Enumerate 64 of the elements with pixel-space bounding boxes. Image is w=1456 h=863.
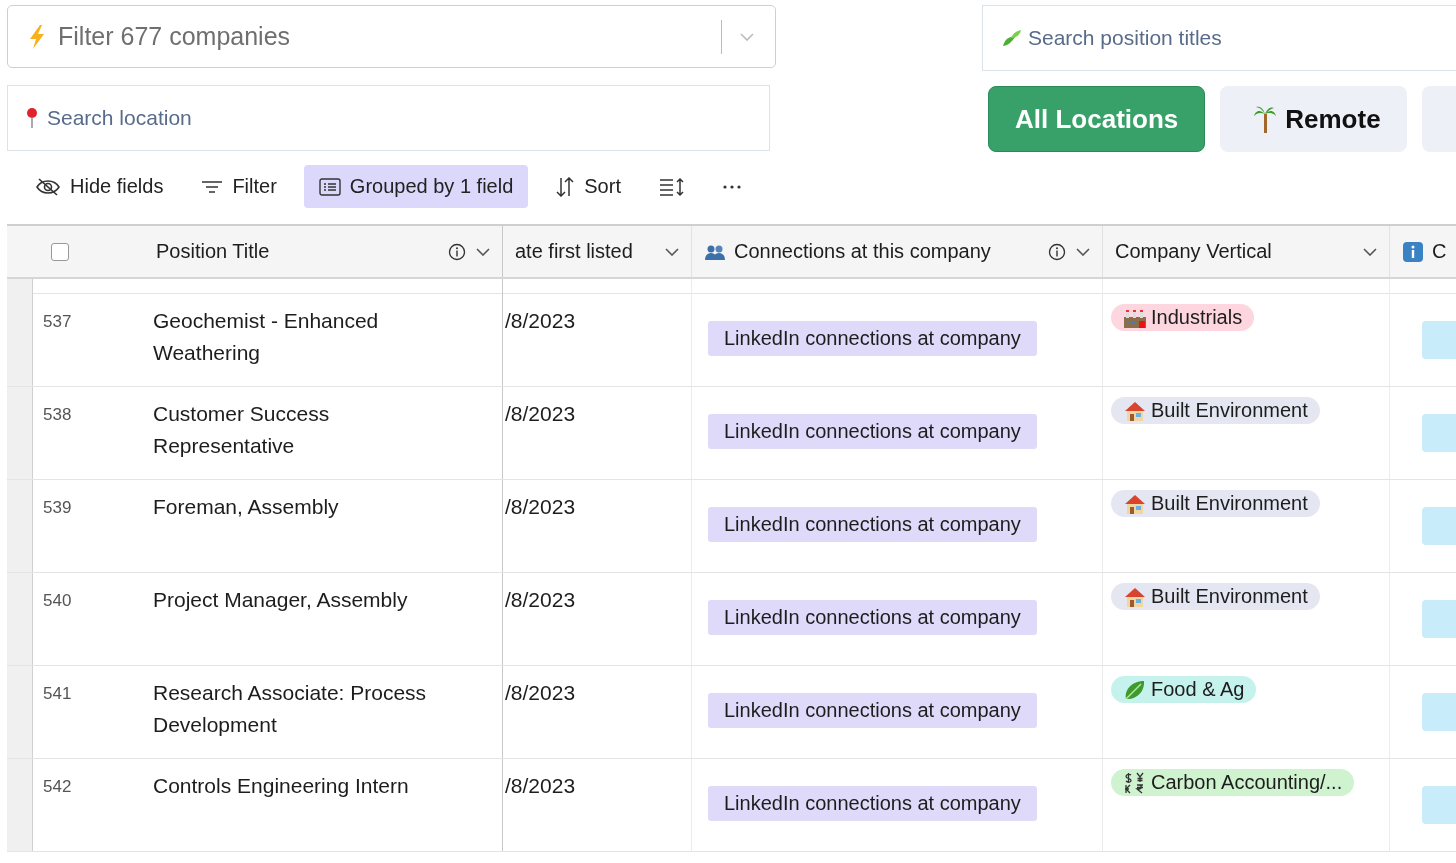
table-cell: Foreman, Assembly [140,480,503,572]
table-cell: /8/2023 [503,294,692,386]
eye-slash-icon [35,177,61,196]
vertical-tag: Food & Ag [1111,676,1257,703]
lightning-icon [27,23,47,50]
table-cell: /8/2023 [503,480,692,572]
leaf-icon [1001,28,1023,48]
connections-link[interactable]: LinkedIn connections at company [708,414,1037,449]
position-title-search-field[interactable]: Search position titles [982,5,1456,71]
table-cell: /8/2023 [503,573,692,665]
toolbar-button[interactable]: Filter [190,165,288,208]
info-icon [1402,240,1424,263]
select-all-checkbox[interactable] [51,242,69,261]
column-header[interactable]: Position Title [156,240,270,263]
vertical-tag: Carbon Accounting/... [1111,769,1355,796]
table-cell: /8/2023 [503,666,692,758]
filter-icon [201,179,224,194]
connections-link[interactable]: LinkedIn connections at company [708,321,1037,356]
row-number: 537 [42,311,73,333]
location-search-field[interactable]: Search location [7,85,770,151]
company-filter-dropdown[interactable]: Filter 677 companies [7,5,776,68]
table-cell: Controls Engineering Intern [140,759,503,851]
house-icon [1123,492,1147,515]
column-header[interactable]: Connections at this company [734,240,991,263]
chevron-down-icon [476,247,490,256]
row-number: 541 [42,683,73,705]
connections-link[interactable]: LinkedIn connections at company [708,507,1037,542]
lettuce-icon [1123,678,1147,701]
table-cell: Research Associate: Process Development [140,666,503,758]
chevron-down-icon [1076,247,1090,256]
vertical-tag: Built Environment [1111,490,1320,517]
chevron-down-icon [665,247,679,256]
chevron-down-icon [1363,247,1377,256]
house-icon [1123,399,1147,422]
table-cell: /8/2023 [503,387,692,479]
row-number: 538 [42,404,73,426]
table-cell: /8/2023 [503,759,692,851]
column-header[interactable]: C [1432,240,1447,263]
vertical-tag: Built Environment [1111,397,1320,424]
column-header[interactable]: Company Vertical [1115,240,1272,263]
sort-icon [555,176,576,197]
connections-link[interactable]: LinkedIn connections at company [708,693,1037,728]
house-icon [1123,585,1147,608]
connections-link[interactable]: LinkedIn connections at company [708,600,1037,635]
vertical-tag: Industrials [1111,304,1255,331]
toolbar-button[interactable]: Hide fields [24,165,175,208]
chevron-down-icon [740,32,754,41]
table-cell: Geochemist - Enhanced Weathering [140,294,503,386]
row-height-icon [658,176,685,197]
pin-icon [26,107,38,129]
row-number: 539 [42,497,73,519]
connections-link[interactable]: LinkedIn connections at company [708,786,1037,821]
row-number: 540 [42,590,73,612]
location-filter-button[interactable]: Remote [1220,86,1407,152]
more-icon [722,184,741,189]
palm-tree-icon [1253,104,1278,134]
toolbar-button[interactable]: Grouped by 1 field [303,165,529,208]
list-icon [318,177,341,196]
column-header[interactable]: ate first listed [515,240,633,263]
vertical-tag: Built Environment [1111,583,1320,610]
table-cell: Customer Success Representative [140,387,503,479]
toolbar-button[interactable]: Sort [544,165,632,208]
row-number: 542 [42,776,73,798]
table-cell: Project Manager, Assembly [140,573,503,665]
